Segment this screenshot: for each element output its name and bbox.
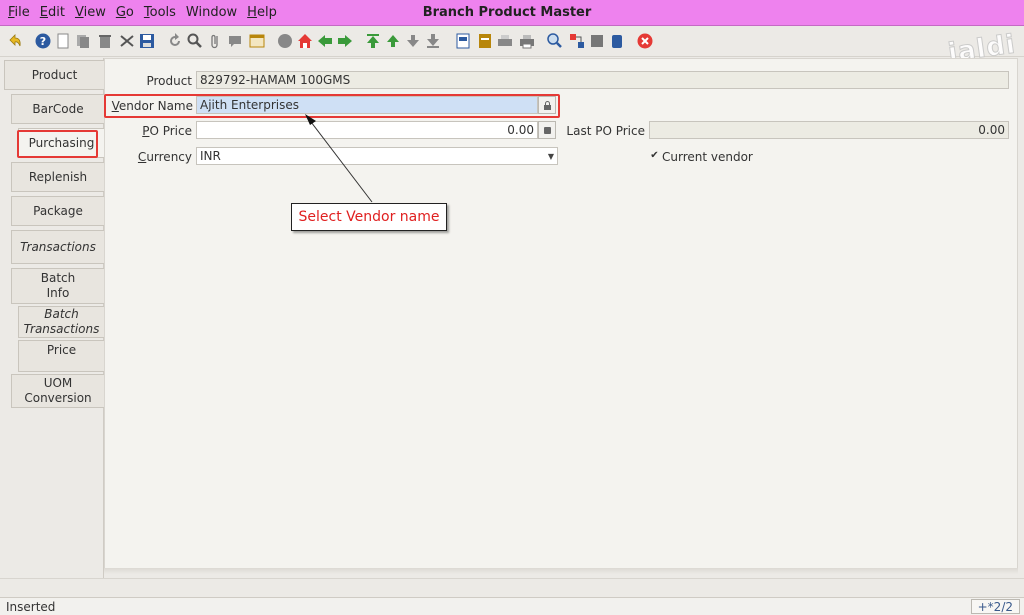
panel-shadow (104, 568, 1018, 574)
purchasing-tab-highlight (17, 130, 98, 158)
status-bar: Inserted +*2/2 (0, 597, 1024, 615)
menu-view[interactable]: View (75, 5, 106, 20)
first-record-icon[interactable] (364, 32, 382, 50)
tab-transactions[interactable]: Transactions (11, 230, 104, 264)
tab-barcode[interactable]: BarCode (11, 94, 104, 124)
last-record-icon[interactable] (424, 32, 442, 50)
current-vendor-checkbox[interactable]: ✔ (649, 151, 660, 162)
chat-icon[interactable] (226, 32, 244, 50)
menu-edit[interactable]: Edit (40, 5, 65, 20)
archive-icon[interactable] (476, 32, 494, 50)
po-price-label: PO Price (142, 124, 192, 138)
zoom-icon[interactable] (546, 32, 564, 50)
title-menu-bar: File Edit View Go Tools Window Help Bran… (0, 0, 1024, 26)
product-label: Product (146, 74, 192, 88)
print-preview-icon[interactable] (496, 32, 514, 50)
tab-package[interactable]: Package (11, 196, 104, 226)
status-text: Inserted (6, 600, 56, 614)
select-vendor-callout: Select Vendor name (291, 203, 447, 231)
product-field: 829792-HAMAM 100GMS (196, 71, 1009, 89)
delete-icon[interactable] (96, 32, 114, 50)
tab-price[interactable]: Price (18, 340, 104, 372)
tab-product[interactable]: Product (4, 60, 104, 90)
calculator-button[interactable] (538, 121, 556, 139)
record-indicator[interactable]: +*2/2 (970, 599, 1020, 614)
report-icon[interactable] (454, 32, 472, 50)
previous-record-icon[interactable] (384, 32, 402, 50)
last-po-price-field: 0.00 (649, 121, 1009, 139)
attachment-icon[interactable] (206, 32, 224, 50)
currency-label: Currency (137, 150, 192, 164)
calculator-icon (543, 126, 551, 134)
menu-file[interactable]: File (8, 5, 30, 20)
menu-bar: File Edit View Go Tools Window Help (8, 5, 277, 20)
toolbar: ? (0, 27, 1024, 57)
copy-record-icon[interactable] (74, 32, 92, 50)
request-icon[interactable] (588, 32, 606, 50)
chevron-down-icon[interactable]: ▼ (545, 147, 557, 165)
callout-arrow-icon (305, 114, 373, 203)
last-po-price-label: Last PO Price (566, 124, 645, 138)
menu-window[interactable]: Window (186, 5, 237, 20)
next-record-icon[interactable] (404, 32, 422, 50)
tab-batch-info[interactable]: Batch Info (11, 268, 104, 304)
product-info-icon[interactable] (608, 32, 626, 50)
help-icon[interactable]: ? (34, 32, 52, 50)
back-arrow-icon[interactable] (316, 32, 334, 50)
new-record-icon[interactable] (54, 32, 72, 50)
tab-batch-transactions[interactable]: Batch Transactions (18, 306, 104, 338)
undo-icon[interactable] (6, 32, 24, 50)
status-divider (0, 578, 1024, 597)
print-icon[interactable] (518, 32, 536, 50)
menu-help[interactable]: Help (247, 5, 277, 20)
tab-uom-conversion[interactable]: UOM Conversion (11, 374, 104, 408)
current-vendor-label: Current vendor (662, 150, 753, 164)
tab-replenish[interactable]: Replenish (11, 162, 104, 192)
save-icon[interactable] (138, 32, 156, 50)
menu-go[interactable]: Go (116, 5, 134, 20)
menu-tools[interactable]: Tools (144, 5, 176, 20)
home-icon[interactable] (296, 32, 314, 50)
forward-arrow-icon[interactable] (336, 32, 354, 50)
cut-icon[interactable] (118, 32, 136, 50)
find-icon[interactable] (186, 32, 204, 50)
history-icon[interactable] (248, 32, 266, 50)
svg-text:?: ? (40, 35, 46, 48)
home-circle-icon[interactable] (276, 32, 294, 50)
close-window-icon[interactable] (636, 32, 654, 50)
refresh-icon[interactable] (166, 32, 184, 50)
workflow-icon[interactable] (568, 32, 586, 50)
